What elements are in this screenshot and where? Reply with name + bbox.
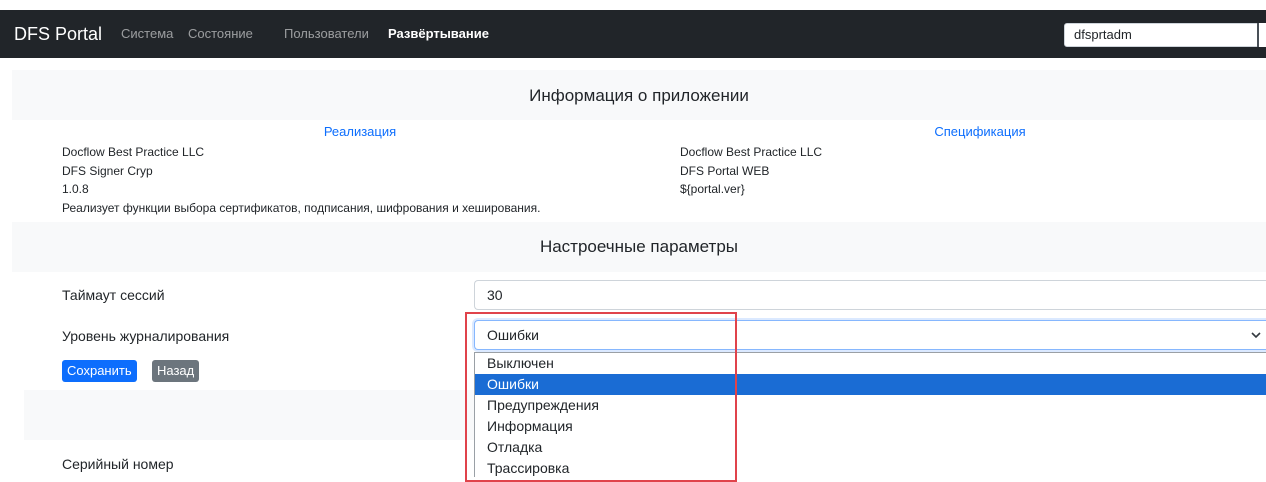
log-level-label: Уровень журналирования [62, 328, 230, 344]
impl-description: Реализует функции выбора сертификатов, п… [62, 201, 541, 215]
specification-title: Спецификация [934, 124, 1026, 139]
log-level-select[interactable]: Ошибки [474, 320, 1266, 350]
log-level-dropdown: Выключен Ошибки Предупреждения Информаци… [474, 352, 1266, 477]
app-info-header: Информация о приложении [12, 70, 1266, 120]
top-strip [0, 0, 1266, 10]
brand-logo[interactable]: DFS Portal [14, 23, 102, 45]
impl-vendor: Docflow Best Practice LLC [62, 145, 205, 159]
impl-product: DFS Signer Cryp [62, 164, 153, 178]
nav-link-users[interactable]: Пользователи [284, 26, 369, 42]
top-navbar: DFS Portal Система Состояние Пользовател… [0, 10, 1266, 58]
user-field-button[interactable] [1257, 23, 1266, 47]
nav-link-status[interactable]: Состояние [188, 26, 253, 42]
log-level-option-info[interactable]: Информация [475, 416, 1266, 437]
impl-version: 1.0.8 [62, 182, 89, 196]
spec-product: DFS Portal WEB [680, 164, 770, 178]
nav-link-system[interactable]: Система [121, 26, 173, 42]
spec-vendor: Docflow Best Practice LLC [680, 145, 823, 159]
spec-version: ${portal.ver} [680, 182, 745, 196]
log-level-option-errors[interactable]: Ошибки [475, 374, 1266, 395]
nav-link-deployment[interactable]: Развёртывание [388, 26, 489, 42]
back-button[interactable]: Назад [152, 360, 200, 382]
settings-header: Настроечные параметры [12, 222, 1266, 272]
session-timeout-label: Таймаут сессий [62, 287, 165, 303]
chevron-down-icon [1251, 332, 1261, 339]
log-level-option-trace[interactable]: Трассировка [475, 458, 1266, 477]
user-field[interactable]: dfsprtadm [1064, 23, 1266, 47]
log-level-value: Ошибки [487, 327, 539, 343]
implementation-title: Реализация [323, 124, 397, 139]
log-level-option-off[interactable]: Выключен [475, 353, 1266, 374]
serial-number-label: Серийный номер [62, 456, 174, 472]
session-timeout-input[interactable]: 30 [474, 280, 1266, 310]
save-button[interactable]: Сохранить [62, 360, 137, 382]
log-level-option-warnings[interactable]: Предупреждения [475, 395, 1266, 416]
log-level-option-debug[interactable]: Отладка [475, 437, 1266, 458]
